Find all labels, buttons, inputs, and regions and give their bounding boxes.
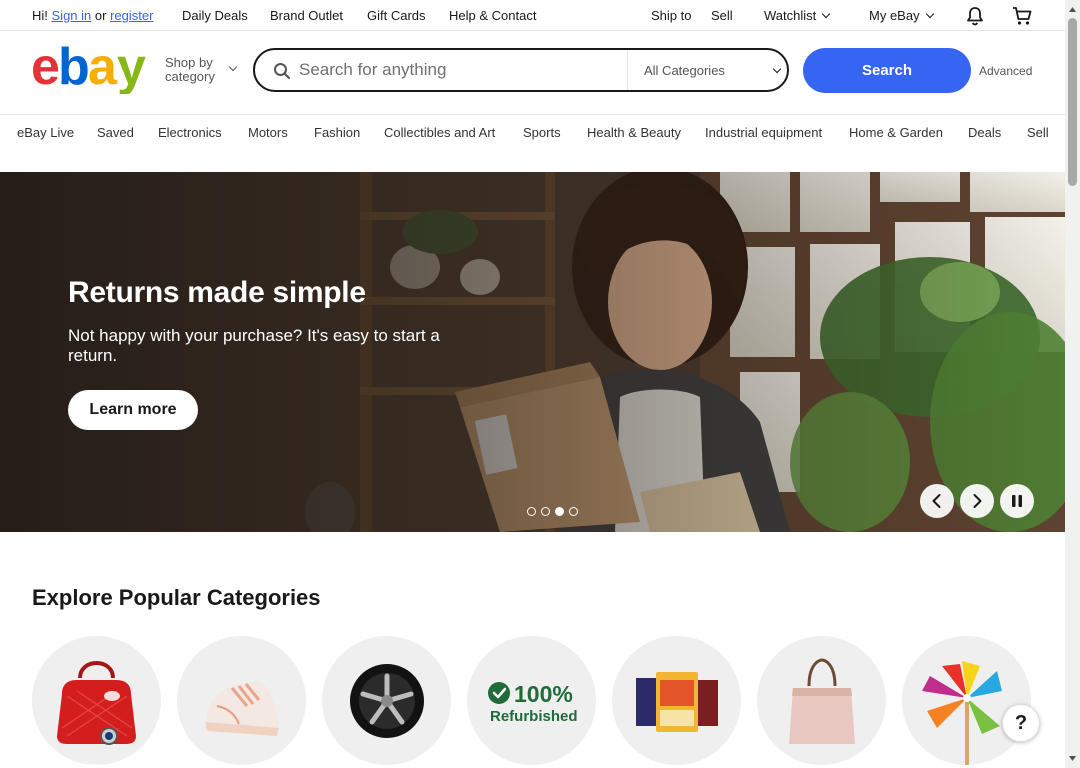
chevron-down-icon: [772, 64, 782, 74]
logo-letter-e: e: [31, 40, 59, 94]
refurbished-percent: 100%: [514, 681, 573, 707]
carousel-dot-2[interactable]: [541, 507, 550, 516]
tote-bag-image: [789, 658, 855, 744]
category-tile-wheels[interactable]: [322, 636, 451, 765]
chevron-down-icon: [228, 62, 238, 72]
logo-letter-b: b: [58, 40, 90, 94]
greeting-line: Hi! Sign in or register: [32, 8, 153, 23]
search-bar: All Categories: [253, 48, 789, 92]
nav-item-sports[interactable]: Sports: [523, 125, 561, 140]
sell-link[interactable]: Sell: [711, 8, 733, 23]
category-tile-trading-cards[interactable]: [612, 636, 741, 765]
refurbished-label: Refurbished: [490, 708, 578, 725]
scrollbar-thumb[interactable]: [1068, 18, 1077, 186]
category-tile-handbag[interactable]: [32, 636, 161, 765]
shop-by-line1: Shop by: [165, 55, 213, 70]
explore-section-title: Explore Popular Categories: [32, 585, 321, 610]
category-tile-refurbished[interactable]: 100% Refurbished: [467, 636, 596, 765]
sign-in-link[interactable]: Sign in: [52, 8, 92, 23]
my-ebay-label: My eBay: [869, 8, 920, 23]
advanced-search-link[interactable]: Advanced: [979, 64, 1032, 78]
nav-item-home-garden[interactable]: Home & Garden: [849, 125, 943, 140]
scroll-up-arrow-icon[interactable]: [1065, 2, 1080, 17]
top-utility-bar: Hi! Sign in or register Daily Deals Bran…: [0, 0, 1065, 31]
pinwheel-image: [922, 661, 1002, 765]
shop-by-category-button[interactable]: Shop by category: [165, 55, 238, 84]
ship-to-link[interactable]: Ship to: [651, 8, 691, 23]
nav-item-deals[interactable]: Deals: [968, 125, 1001, 140]
category-tile-sneakers[interactable]: [177, 636, 306, 765]
my-ebay-menu[interactable]: My eBay: [869, 8, 934, 23]
carousel-dot-1[interactable]: [527, 507, 536, 516]
bell-icon[interactable]: [964, 5, 986, 27]
help-contact-link[interactable]: Help & Contact: [449, 8, 536, 23]
brand-outlet-link[interactable]: Brand Outlet: [270, 8, 343, 23]
hero-subtitle: Not happy with your purchase? It's easy …: [68, 326, 440, 365]
cart-icon[interactable]: [1011, 5, 1033, 27]
chevron-left-icon: [932, 494, 941, 508]
refurbished-badge: 100% Refurbished: [488, 681, 578, 725]
carousel-dot-4[interactable]: [569, 507, 578, 516]
scroll-down-arrow-icon[interactable]: [1065, 751, 1080, 766]
shop-by-line2: category: [165, 69, 215, 84]
trading-cards-image: [636, 672, 718, 732]
main-header: e b a y Shop by category All Categories …: [0, 31, 1065, 115]
help-button[interactable]: ?: [1002, 704, 1040, 742]
nav-item-fashion[interactable]: Fashion: [314, 125, 360, 140]
wheel-rim-image: [350, 664, 424, 738]
logo-letter-a: a: [88, 40, 118, 94]
carousel-pause-button[interactable]: [1000, 484, 1034, 518]
watchlist-label: Watchlist: [764, 8, 817, 23]
sneaker-image: [205, 681, 279, 736]
nav-item-ebay-live[interactable]: eBay Live: [17, 125, 74, 140]
search-icon: [274, 63, 291, 80]
carousel-dot-3[interactable]: [555, 507, 564, 516]
carousel-next-button[interactable]: [960, 484, 994, 518]
search-input[interactable]: [299, 50, 627, 90]
or-text: or: [94, 8, 107, 23]
handbag-watch-image: [57, 661, 136, 745]
carousel-prev-button[interactable]: [920, 484, 954, 518]
category-select-value: All Categories: [644, 63, 725, 78]
chevron-right-icon: [973, 494, 982, 508]
hero-banner: Returns made simple Not happy with your …: [0, 172, 1065, 532]
category-select[interactable]: All Categories: [627, 50, 787, 90]
watchlist-menu[interactable]: Watchlist: [764, 8, 831, 23]
nav-item-saved[interactable]: Saved: [97, 125, 134, 140]
greeting-text: Hi!: [32, 8, 48, 23]
nav-item-health-beauty[interactable]: Health & Beauty: [587, 125, 681, 140]
chevron-down-icon: [925, 9, 934, 19]
category-tile-pinwheel[interactable]: [902, 636, 1031, 765]
nav-item-industrial-equipment[interactable]: Industrial equipment: [705, 125, 822, 140]
category-nav: eBay Live Saved Electronics Motors Fashi…: [0, 115, 1065, 149]
nav-item-collectibles-art[interactable]: Collectibles and Art: [384, 125, 495, 140]
search-button[interactable]: Search: [803, 48, 971, 93]
hero-title: Returns made simple: [68, 276, 366, 309]
chevron-down-icon: [822, 9, 831, 19]
nav-item-sell[interactable]: Sell: [1027, 125, 1049, 140]
register-link[interactable]: register: [110, 8, 153, 23]
gift-cards-link[interactable]: Gift Cards: [367, 8, 426, 23]
pause-icon: [1012, 495, 1022, 507]
learn-more-button[interactable]: Learn more: [68, 390, 198, 430]
category-tile-tote-bag[interactable]: [757, 636, 886, 765]
nav-item-motors[interactable]: Motors: [248, 125, 288, 140]
daily-deals-link[interactable]: Daily Deals: [182, 8, 248, 23]
ebay-logo[interactable]: e b a y: [31, 40, 151, 94]
logo-letter-y: y: [117, 40, 146, 94]
page-scrollbar[interactable]: [1065, 0, 1080, 768]
nav-item-electronics[interactable]: Electronics: [158, 125, 222, 140]
